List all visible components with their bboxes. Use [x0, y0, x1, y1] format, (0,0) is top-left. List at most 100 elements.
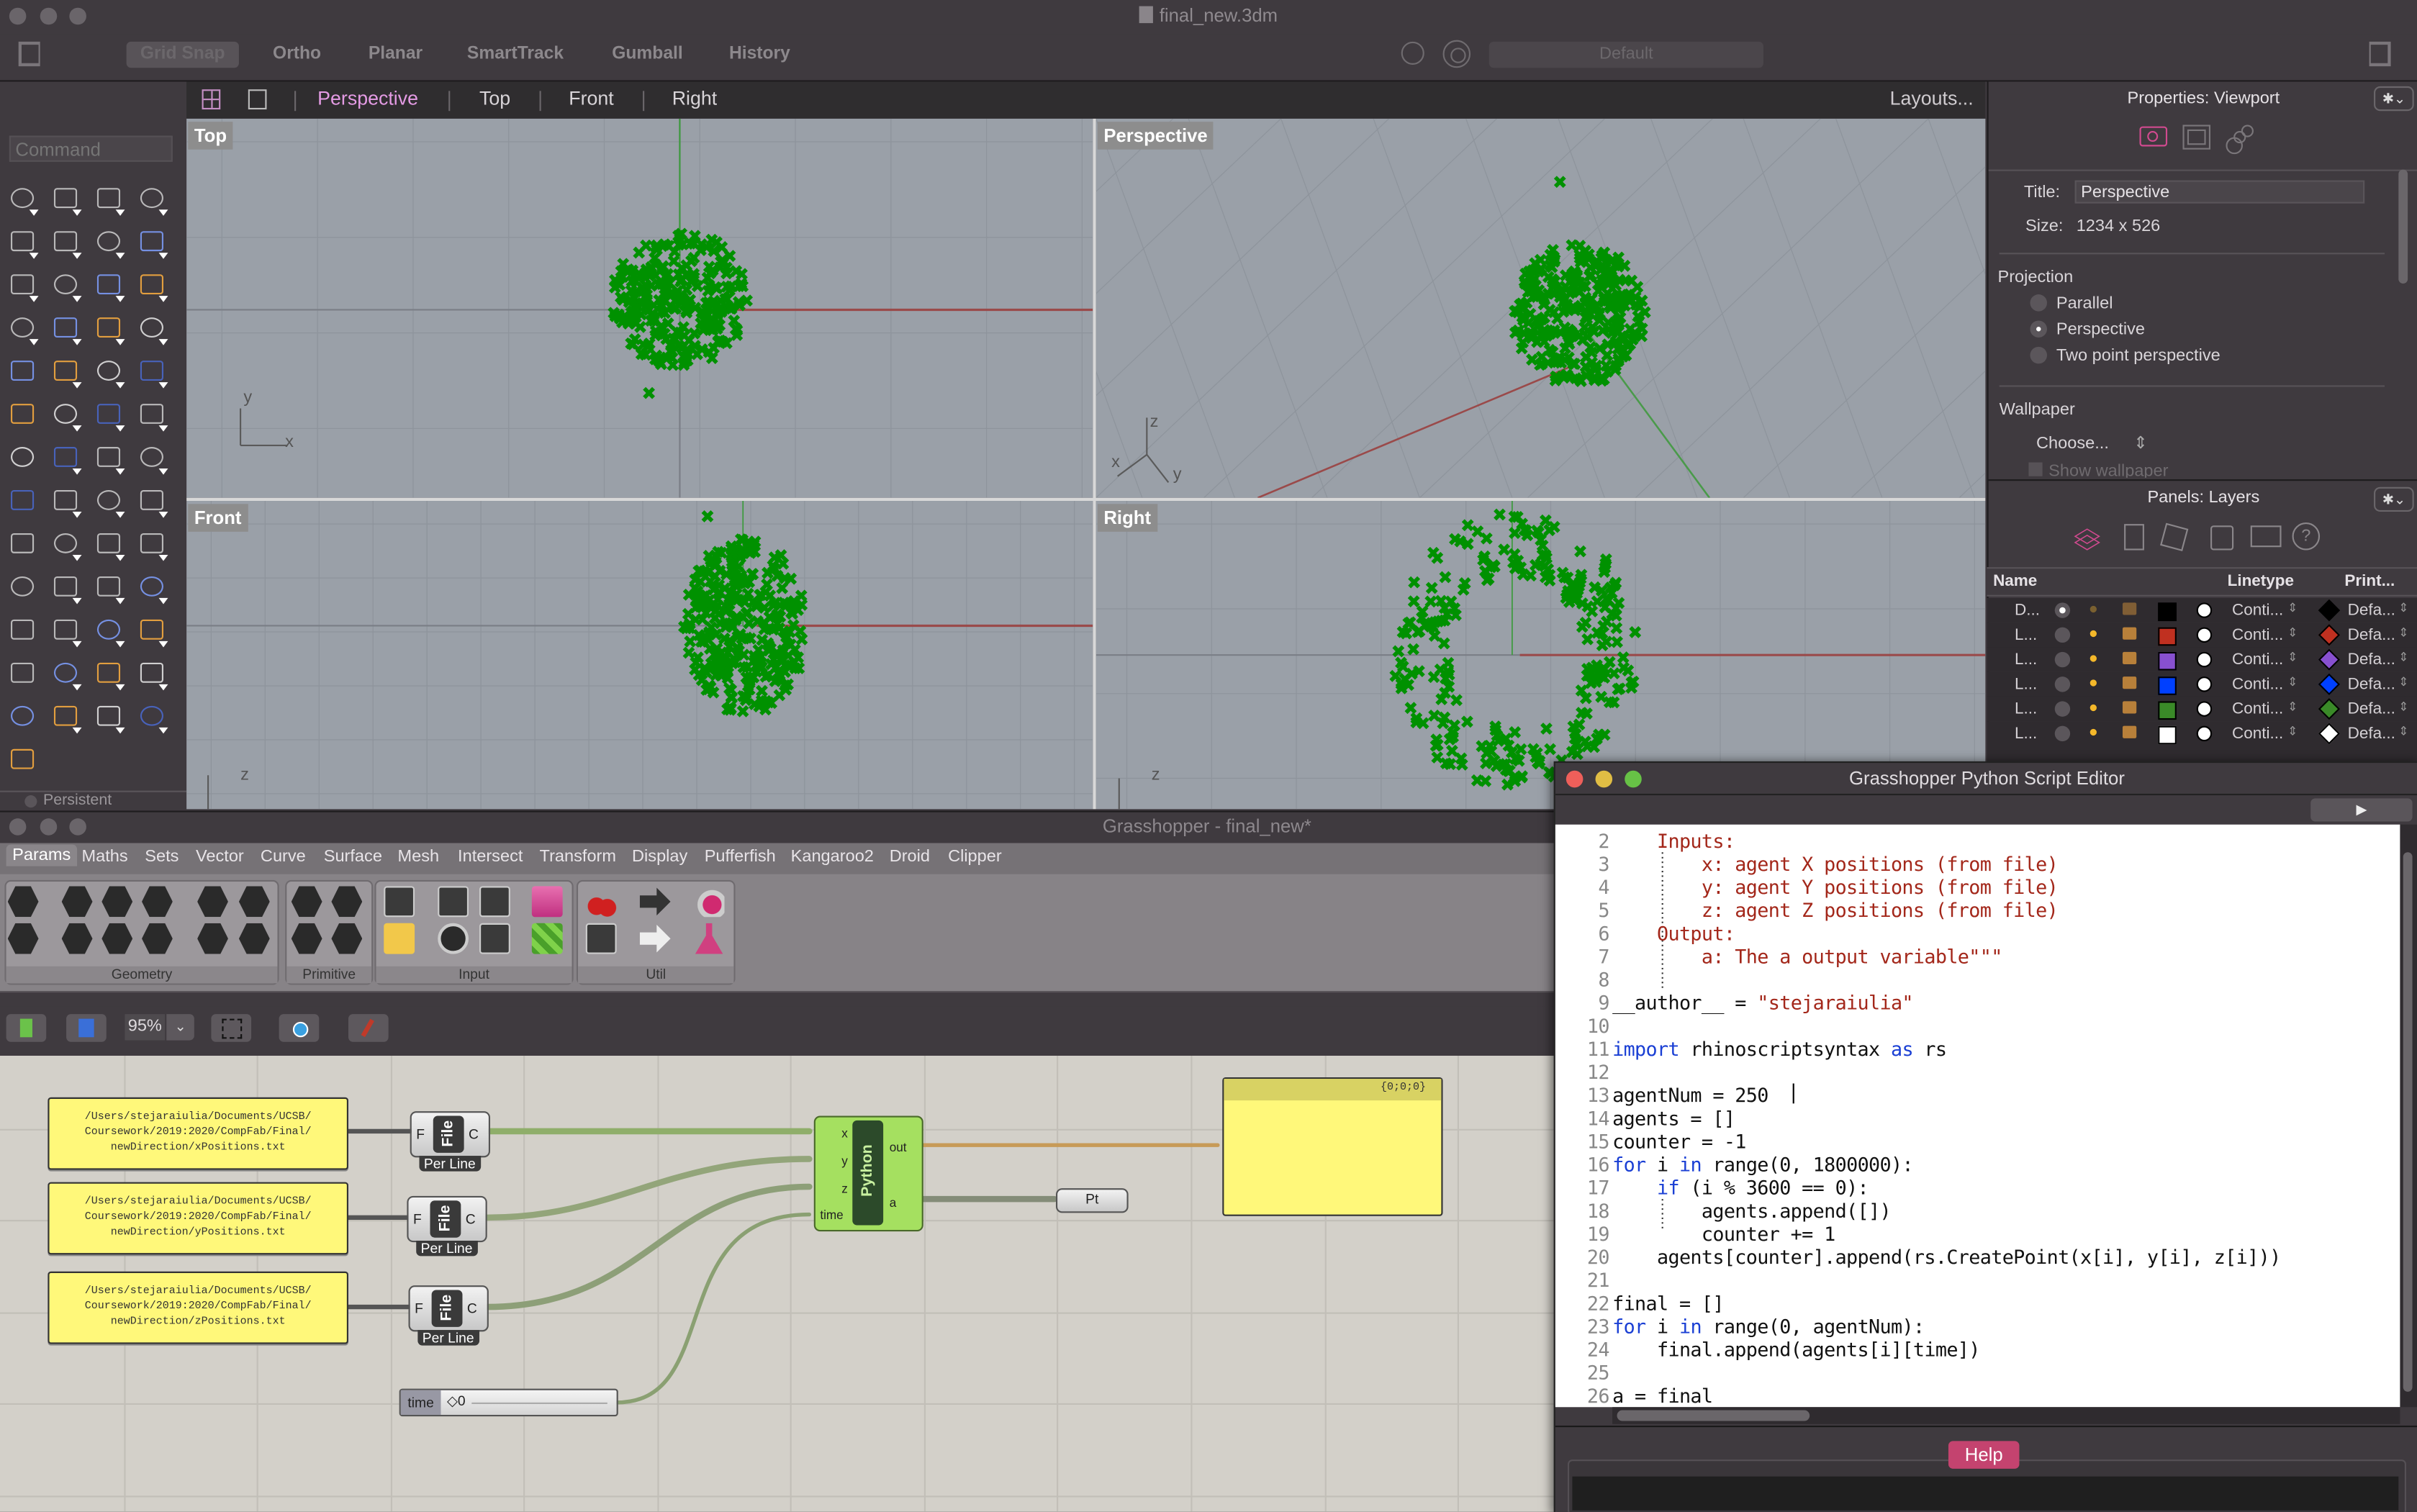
open-file-button[interactable]	[6, 1014, 47, 1042]
layer-visible-lightbulb-icon[interactable]: ●	[2089, 675, 2098, 692]
code-line[interactable]: 21	[1555, 1269, 1612, 1292]
join-icon[interactable]	[4, 355, 38, 389]
persistent-option[interactable]: Persistent	[0, 790, 187, 811]
layer-print-width[interactable]: Defa...	[2348, 625, 2395, 644]
input-port-z[interactable]: z	[841, 1182, 848, 1196]
code-line[interactable]: 13 agentNum = 250	[1555, 1084, 1769, 1107]
layer-print-width[interactable]: Defa...	[2348, 651, 2395, 669]
print-color-diamond-icon[interactable]	[2318, 648, 2341, 671]
code-line[interactable]: 17 if (i % 3600 == 0):	[1555, 1176, 1869, 1199]
viewport-title-input[interactable]	[2074, 180, 2365, 204]
toggle-icon[interactable]	[438, 886, 469, 918]
gh-tab-maths[interactable]: Maths	[82, 848, 128, 866]
point-icon[interactable]	[48, 182, 82, 216]
projection-parallel-radio[interactable]	[2030, 294, 2048, 312]
gh-tab-vector[interactable]: Vector	[196, 848, 244, 866]
value-list-icon[interactable]	[479, 923, 510, 954]
display-mode-select[interactable]: Default	[1488, 41, 1763, 68]
python-component[interactable]: Python x y z time out a	[813, 1115, 923, 1232]
canvas-zoom-value[interactable]: 95%	[125, 1014, 166, 1041]
curve-icon[interactable]	[134, 182, 168, 216]
sidebar-toggle-right-icon[interactable]	[2369, 41, 2391, 67]
offset-dashed-icon[interactable]	[134, 398, 168, 432]
layer-linetype[interactable]: Conti...	[2232, 601, 2283, 620]
gh-tab-pufferfish[interactable]: Pufferfish	[705, 848, 776, 866]
input-port-time[interactable]: time	[820, 1208, 843, 1222]
layer-print-width[interactable]: Defa...	[2348, 601, 2395, 620]
explode-icon[interactable]	[48, 355, 82, 389]
code-line[interactable]: 12	[1555, 1060, 1612, 1083]
layer-material-icon[interactable]	[2196, 651, 2213, 668]
zoom-icon[interactable]	[4, 570, 38, 604]
print-color-diamond-icon[interactable]	[2318, 599, 2341, 622]
colour-swatch-icon[interactable]	[531, 923, 563, 954]
viewport-label[interactable]: Top	[188, 122, 233, 150]
layer-material-icon[interactable]	[2196, 676, 2213, 692]
solid-tools-icon[interactable]	[4, 484, 38, 517]
layer-lock-icon[interactable]	[2122, 701, 2137, 714]
layer-linetype[interactable]: Conti...	[2232, 625, 2283, 644]
gh-tab-curve[interactable]: Curve	[261, 848, 306, 866]
code-vertical-scrollbar[interactable]	[2400, 824, 2417, 1408]
code-line[interactable]: 22 final = []	[1555, 1292, 1725, 1315]
read-file-icon[interactable]	[384, 886, 415, 918]
layer-row[interactable]: L... ● Conti... ⇕ Defa... ⇕	[1987, 721, 2417, 746]
output-port-c[interactable]: C	[467, 1300, 477, 1316]
smarttrack-toggle[interactable]: SmartTrack	[453, 42, 578, 68]
layer-lock-icon[interactable]	[2122, 725, 2137, 738]
history-toggle[interactable]: History	[715, 42, 804, 68]
gh-tab-params[interactable]: Params	[6, 844, 77, 866]
layers-icon[interactable]	[2073, 524, 2104, 552]
input-port-f[interactable]: F	[416, 1126, 425, 1141]
current-layer-radio[interactable]	[2054, 676, 2071, 692]
layer-linetype[interactable]: Conti...	[2232, 725, 2283, 743]
command-input[interactable]	[9, 135, 173, 162]
projection-parallel-label[interactable]: Parallel	[2056, 294, 2113, 313]
layers-options-button[interactable]: ✱⌄	[2374, 486, 2414, 512]
read-file-component[interactable]: F File C Per Line	[410, 1111, 491, 1172]
gh-tab-display[interactable]: Display	[632, 848, 687, 866]
tab-right[interactable]: Right	[672, 88, 718, 109]
viewport-label[interactable]: Right	[1097, 504, 1157, 532]
gh-tab-droid[interactable]: Droid	[890, 848, 930, 866]
gh-tab-kangaroo2[interactable]: Kangaroo2	[791, 848, 874, 866]
zoom-extents-button[interactable]	[211, 1014, 252, 1042]
print-color-diamond-icon[interactable]	[2318, 723, 2341, 745]
layer-material-icon[interactable]	[2196, 701, 2213, 717]
output-port-c[interactable]: C	[469, 1126, 479, 1141]
layer-row[interactable]: D... ● Conti... ⇕ Defa... ⇕	[1987, 597, 2417, 623]
split-icon[interactable]	[134, 355, 168, 389]
zoom-window-icon[interactable]	[48, 570, 82, 605]
zoom-extents-icon[interactable]	[91, 570, 125, 605]
save-file-button[interactable]	[66, 1014, 107, 1042]
select-arrow-icon[interactable]	[4, 182, 39, 216]
code-line[interactable]: 8	[1555, 968, 1612, 991]
layer-lock-icon[interactable]	[2122, 676, 2137, 689]
layer-row[interactable]: L... ● Conti... ⇕ Defa... ⇕	[1987, 623, 2417, 648]
layer-material-icon[interactable]	[2196, 725, 2213, 742]
cube-icon[interactable]	[2160, 522, 2189, 552]
viewport-divider-v[interactable]	[1093, 118, 1096, 810]
code-line[interactable]: 18 agents.append([])	[1555, 1199, 1892, 1222]
slider-grip[interactable]: ◇0	[447, 1393, 466, 1411]
help-button[interactable]: Help	[1948, 1441, 2020, 1469]
layer-name[interactable]: L...	[2015, 700, 2037, 718]
button-icon[interactable]	[479, 886, 510, 918]
cherry-icon[interactable]	[585, 886, 617, 918]
scroll-thumb[interactable]	[2403, 852, 2413, 1392]
layer-row[interactable]: L... ● Conti... ⇕ Defa... ⇕	[1987, 671, 2417, 697]
check-icon[interactable]	[48, 527, 82, 561]
transform-icon[interactable]	[4, 527, 38, 561]
code-line[interactable]: 20 agents[counter].append(rs.CreatePoint…	[1555, 1245, 2281, 1268]
code-line[interactable]: 10	[1555, 1014, 1612, 1037]
code-line[interactable]: 9 __author__ = "stejaraiulia"	[1555, 991, 1913, 1014]
frame-icon[interactable]	[2182, 125, 2211, 150]
tab-front[interactable]: Front	[569, 88, 614, 109]
print-color-diamond-icon[interactable]	[2318, 673, 2341, 696]
offset-curve-icon[interactable]	[91, 398, 125, 432]
light-icon[interactable]	[4, 656, 38, 690]
layer-linetype[interactable]: Conti...	[2232, 651, 2283, 669]
boolean-union-icon[interactable]	[4, 398, 38, 432]
gh-tab-transform[interactable]: Transform	[540, 848, 616, 866]
layer-visible-lightbulb-icon[interactable]: ●	[2089, 725, 2098, 742]
